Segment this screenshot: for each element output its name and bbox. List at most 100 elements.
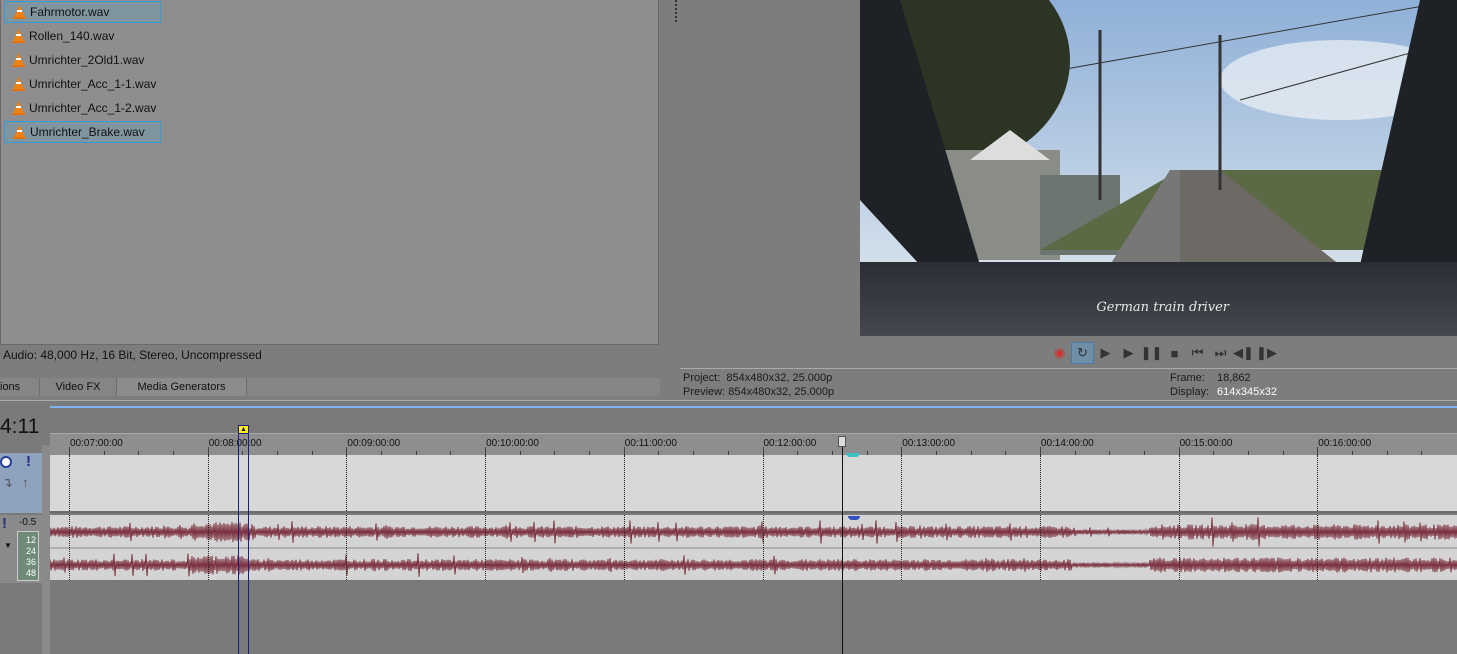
ruler-tick [1039,447,1041,455]
ruler-tick [762,447,764,455]
video-frame-image [860,0,1457,336]
media-file-item[interactable]: Umrichter_Brake.wav [4,121,161,143]
display-value: 614x345x32 [1217,386,1277,398]
project-info: Project: 854x480x32, 25.000p Preview: 85… [683,371,834,399]
tab-transitions[interactable]: ions [0,378,40,396]
ruler-label: 00:09:00:00 [347,438,401,449]
fade-handle[interactable] [846,453,860,457]
frame-value: 18,862 [1217,372,1251,384]
record-button[interactable]: ◉ [1048,342,1071,364]
grid-line [346,515,348,580]
timecode-display: 4:11 [0,415,40,438]
video-track[interactable] [50,455,1457,513]
edit-cursor[interactable] [238,433,249,654]
grid-line [1039,515,1041,580]
meter-tick: 48 [25,568,36,578]
project-value: 854x480x32, 25.000p [726,372,833,384]
file-name: Fahrmotor.wav [30,5,110,19]
drag-grip[interactable] [675,0,678,22]
ruler-label: 00:08:00:00 [208,438,262,449]
ruler-tick [346,447,348,455]
waveform-channel [49,517,1457,547]
ruler-label: 00:07:00:00 [70,438,123,449]
prev-frame-button[interactable]: ◀❚ [1232,342,1255,364]
file-name: Rollen_140.wav [29,29,115,43]
ruler-label: 00:14:00:00 [1040,438,1094,449]
audio-track[interactable] [49,515,1457,582]
audio-info: Audio: 48,000 Hz, 16 Bit, Stereo, Uncomp… [3,348,262,362]
media-file-item[interactable]: Umrichter_Acc_1-2.wav [4,97,161,119]
playhead[interactable] [842,445,843,654]
video-caption: German train driver [1096,300,1229,315]
preview-value: 854x480x32, 25.000p [728,386,835,398]
audio-waveform [49,517,1457,582]
stop-button[interactable]: ■ [1163,342,1186,364]
next-frame-button[interactable]: ❚▶ [1255,342,1278,364]
pause-button[interactable]: ❚❚ [1140,342,1163,364]
panel-splitter[interactable] [664,0,670,400]
grid-line [69,515,70,580]
grid-line [762,515,764,580]
ruler-tick [1178,447,1180,455]
media-file-item[interactable]: Rollen_140.wav [4,25,161,47]
tab-video-fx[interactable]: Video FX [40,378,117,396]
grid-line [1178,515,1180,580]
ruler-label: 00:15:00:00 [1179,438,1233,449]
dropdown-arrow-icon[interactable]: ▼ [4,541,12,550]
grid-line [207,515,209,580]
tab-media-generators[interactable]: Media Generators [117,378,247,396]
play-button[interactable]: ▶ [1117,342,1140,364]
media-file-item[interactable]: Fahrmotor.wav [4,1,161,23]
loop-button[interactable]: ↻ [1071,342,1094,364]
exclamation-icon[interactable]: ! [26,453,31,470]
file-name: Umrichter_Brake.wav [30,125,145,139]
cursor-flag-icon[interactable]: ▲ [238,425,249,434]
grid-line [901,515,903,580]
divider [680,368,1457,369]
meter-tick: 24 [25,546,36,556]
timeline-top-bar [50,406,1457,408]
audio-track-header: ! -0.5 ▼ 12 24 36 48 [0,515,42,583]
play-from-start-button[interactable]: ▶ [1094,342,1117,364]
prev-marker-button[interactable]: ⏮ [1186,342,1209,364]
grid-line [901,455,903,511]
media-file-item[interactable]: Umrichter_Acc_1-1.wav [4,73,161,95]
preview-label: Preview: [683,386,726,398]
file-name: Umrichter_Acc_1-1.wav [29,77,157,91]
ruler-label: 00:10:00:00 [486,438,539,449]
move-up-icon[interactable]: ↑ [22,475,29,490]
ruler-label: 00:16:00:00 [1318,438,1372,449]
meter-tick: 36 [25,557,36,567]
frame-label: Frame: [1170,372,1205,384]
vlc-cone-icon [12,29,25,43]
video-preview: German train driver [860,0,1457,336]
grid-line [485,515,487,580]
audio-level: -0.5 [19,517,37,528]
grid-line [69,455,70,511]
grid-line [762,455,764,511]
vlc-cone-icon [13,5,26,19]
transport-controls: ◉ ↻ ▶ ▶ ❚❚ ■ ⏮ ⏭ ◀❚ ❚▶ [1048,342,1278,364]
display-label: Display: [1170,386,1210,398]
grid-line [346,455,348,511]
ruler-tick [485,447,487,455]
media-file-item[interactable]: Umrichter_2Old1.wav [4,49,161,71]
ruler-tick [1317,447,1319,455]
time-ruler[interactable]: 00:07:00:00 00:08:00:00 00:09:00:00 00:10:0… [50,433,1457,455]
ruler-label: 00:11:00:00 [624,438,677,449]
bypass-icon[interactable] [0,456,12,468]
exclamation-icon[interactable]: ! [2,515,7,532]
move-down-icon[interactable]: ↴ [2,475,13,491]
ruler-tick [623,447,625,455]
playhead-marker-icon[interactable] [838,436,846,447]
ruler-tick [901,447,903,455]
vlc-cone-icon [12,77,25,91]
next-marker-button[interactable]: ⏭ [1209,342,1232,364]
vlc-cone-icon [12,101,25,115]
file-name: Umrichter_Acc_1-2.wav [29,101,157,115]
track-header-border [42,445,50,654]
ruler-tick [207,447,209,455]
ruler-label: 00:13:00:00 [902,438,956,449]
frame-info: Frame: 18,862 Display: 614x345x32 [1170,371,1277,399]
vlc-cone-icon [12,53,25,67]
